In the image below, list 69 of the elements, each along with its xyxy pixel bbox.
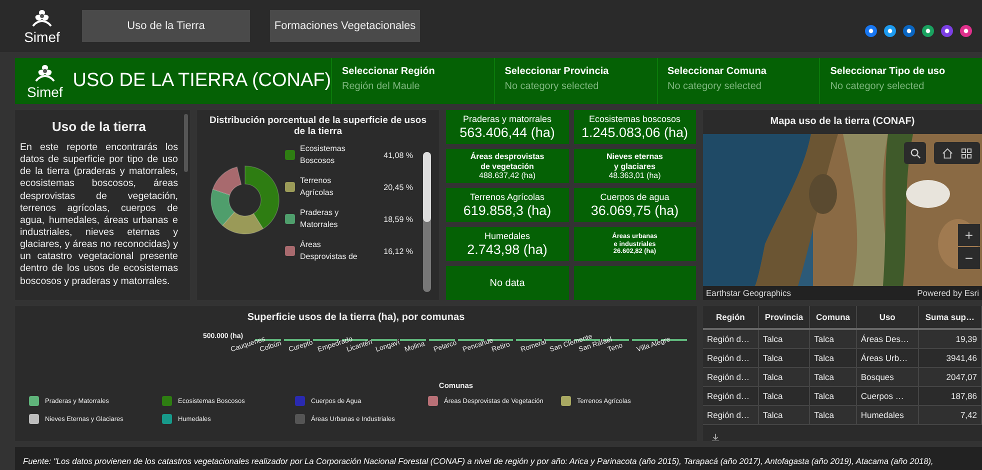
legend-label: Áreas Desprovistas de [300,239,358,263]
stat-value: 48.363,01 (ha) [608,170,661,180]
stat-title: Nieves eternas y glaciares [606,152,663,171]
map-attribution: Earthstar Geographics [706,288,792,298]
stat-title: Ecosistemas boscosos [588,114,681,125]
filter-label: Seleccionar Provincia [504,66,610,77]
table-cell: 2047,07 [918,368,982,386]
donut-slice [212,166,242,196]
chart-title: Superficie usos de la tierra (ha), por comunas [246,312,466,323]
stat-value: 1.245.083,06 (ha) [581,124,688,140]
legend-label: Ecosistemas Boscosos [300,143,346,167]
table-cell: Talca [810,368,856,386]
home-icon[interactable] [942,148,953,158]
stat-value: 488.637,42 (ha) [479,170,536,180]
zoom-out-button[interactable]: − [958,247,980,269]
stat-title: Áreas desprovistas de vegetación [470,152,544,171]
share-icon[interactable] [941,25,953,37]
filter-label: Seleccionar Región [342,66,436,77]
share-icon[interactable] [960,25,972,37]
dashboard-title: USO DE LA TIERRA (CONAF) [72,70,332,92]
table-cell: Humedales [856,406,918,424]
nav-tab[interactable]: Uso de la Tierra [82,10,250,42]
search-icon[interactable] [910,148,920,158]
chart-title: Distribución porcentual de la superficie de usos de la tierra [208,114,428,137]
stat-title: Cuerpos de agua [600,192,670,203]
logo-text: Simef [27,85,63,99]
table-cell: Talca [810,406,856,424]
legend-value: 16,12 % [384,246,413,256]
share-icon[interactable] [922,25,934,37]
table-cell: Región d… [703,406,758,424]
legend-value: 41,08 % [384,150,413,160]
panel-title: Uso de la tierra [51,119,147,134]
stat-value: 619.858,3 (ha) [463,202,552,218]
table-cell: 19,39 [918,329,982,348]
table-cell: Región d… [703,329,758,348]
table-cell: Talca [758,329,810,348]
stat-title: Praderas y matorrales [462,114,552,125]
table-cell: Áreas Des… [856,329,918,348]
legend-value: 18,59 % [384,214,413,224]
stat-value: 2.743,98 (ha) [467,242,548,257]
stat-message: No data [490,278,525,288]
grid-icon[interactable] [961,148,972,158]
table-cell: 7,42 [918,406,982,424]
nav-tab[interactable]: Formaciones Vegetacionales [270,10,420,42]
table-cell: Bosques [856,368,918,386]
stat-title: Humedales [484,231,530,242]
filter-label: Seleccionar Comuna [668,66,768,77]
table-cell: Talca [758,368,810,386]
legend-label: Terrenos Agrícolas [300,175,334,199]
share-icon[interactable] [865,25,877,37]
filter-label: Seleccionar Tipo de uso [830,66,946,77]
stat-value: 36.069,75 (ha) [590,202,679,218]
stat-title: Terrenos Agrícolas [470,192,545,203]
download-icon[interactable] [711,433,720,441]
legend-label: Praderas y Matorrales [300,207,340,231]
source-note: Fuente: "Los datos provienen de los catastros vegetacionales realizador por La Corporación Nacional Forestal (CONAF) a nivel de región y por año: Arica y Parinacota (año 2015), Tarapacá (año 2017), Antofagasta (año 2019), Atacama (año 2018), [23,456,934,466]
legend-value: 20,45 % [384,182,413,192]
description-text: En este reporte encontrarás los datos de superficie por tipo de uso de la tierra (praderas y matorrales, ecosistemas boscosos, áreas desprovistas de vegetación, terrenos agrícolas, cuerpos de agua, humedales, áreas urbanas e industriales, nieves eternas y glaciares, y áreas no reconocidas) y un catastro vegetacional presente dentro de los usos de ecosistemas boscosos y praderas y matorrales. [20,142,178,288]
share-icon[interactable] [903,25,915,37]
table-cell: Talca [810,329,856,348]
stat-value: 563.406,44 (ha) [460,124,555,140]
table-cell: Talca [758,406,810,424]
share-icon[interactable] [884,25,896,37]
map-title: Mapa uso de la tierra (CONAF) [769,115,916,129]
table-cell: Región d… [703,368,758,386]
zoom-in-button[interactable]: + [958,224,980,246]
scrollbar[interactable] [184,114,188,172]
logo-text: Simef [24,30,60,44]
map-attribution: Powered by Esri [917,288,979,298]
